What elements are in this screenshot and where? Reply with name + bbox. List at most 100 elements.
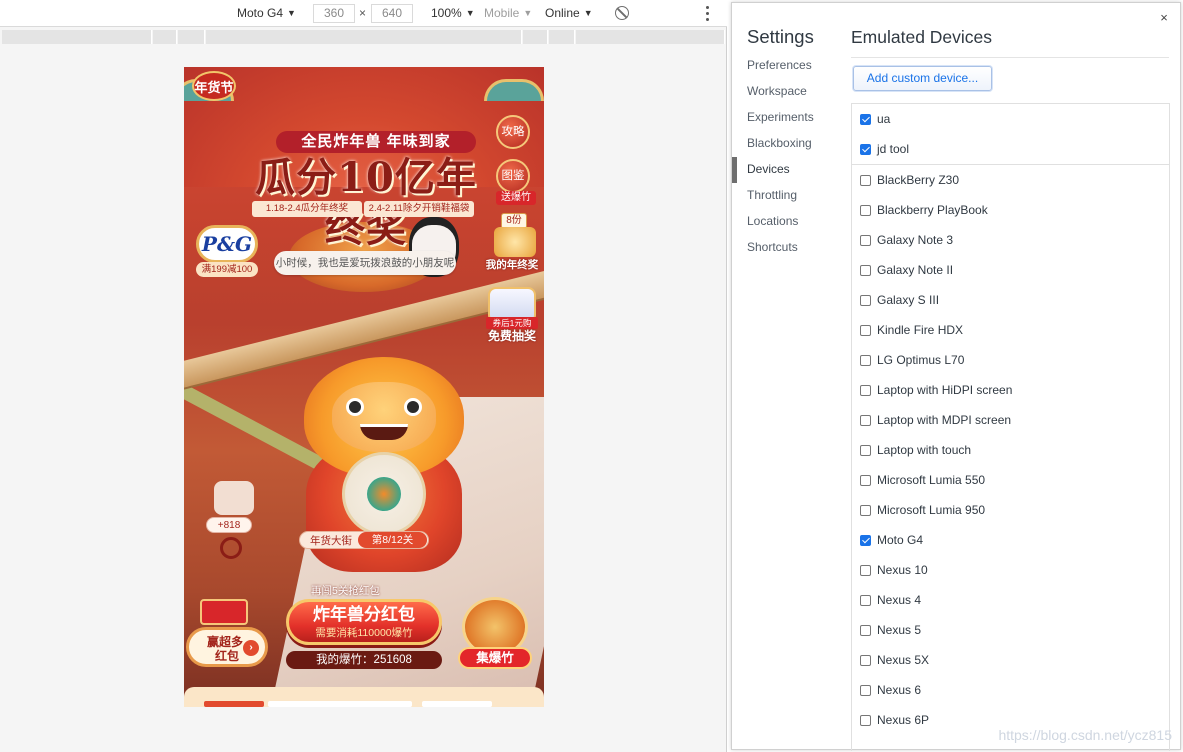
device-list-item[interactable]: ua <box>852 104 1169 134</box>
mascot-eye <box>404 398 422 416</box>
device-list-item[interactable]: Nexus 5 <box>852 615 1169 645</box>
device-list-item[interactable]: Blackberry PlayBook <box>852 195 1169 225</box>
media-query-bar[interactable] <box>178 30 205 44</box>
settings-panel: × Settings Preferences Workspace Experimen… <box>731 2 1181 751</box>
device-checkbox[interactable] <box>860 714 871 726</box>
device-checkbox[interactable] <box>860 204 871 216</box>
device-checkbox[interactable] <box>860 384 871 396</box>
chevron-down-icon: ▼ <box>583 8 593 18</box>
device-checkbox[interactable] <box>860 113 871 125</box>
device-checkbox[interactable] <box>860 474 871 486</box>
network-throttle-value: Online <box>545 6 580 20</box>
bottom-tab[interactable] <box>422 701 492 707</box>
nav-item-preferences[interactable]: Preferences <box>732 57 842 83</box>
gift-icon[interactable] <box>494 227 536 257</box>
nav-item-blackboxing[interactable]: Blackboxing <box>732 135 842 161</box>
brand-logo[interactable]: P&G <box>196 225 258 263</box>
device-list-item[interactable]: Laptop with touch <box>852 435 1169 465</box>
device-checkbox[interactable] <box>860 354 871 366</box>
media-query-bar[interactable] <box>523 30 548 44</box>
device-list-item[interactable]: Laptop with HiDPI screen <box>852 375 1169 405</box>
ox-icon[interactable] <box>214 481 254 515</box>
device-list-item[interactable]: Galaxy Note II <box>852 255 1169 285</box>
close-icon[interactable]: × <box>1159 11 1169 24</box>
my-award-link[interactable]: 我的年终奖 <box>482 257 542 273</box>
fight-beast-button[interactable]: 炸年兽分红包 需要消耗110000爆竹 <box>286 599 442 645</box>
device-list-item[interactable]: BlackBerry Z30 <box>852 165 1169 195</box>
height-input[interactable]: 640 <box>371 4 413 23</box>
device-list-item[interactable]: Moto G4 <box>852 525 1169 555</box>
strategy-button[interactable]: 攻略 <box>496 115 530 149</box>
zoom-select[interactable]: 100% ▼ <box>431 5 475 22</box>
device-list-item[interactable]: Nexus 4 <box>852 585 1169 615</box>
nav-item-experiments[interactable]: Experiments <box>732 109 842 135</box>
nav-item-devices[interactable]: Devices <box>732 157 842 187</box>
device-checkbox[interactable] <box>860 143 871 155</box>
device-checkbox[interactable] <box>860 624 871 636</box>
device-list-item[interactable]: Galaxy Note 3 <box>852 225 1169 255</box>
device-list-item[interactable]: Microsoft Lumia 950 <box>852 495 1169 525</box>
device-checkbox[interactable] <box>860 504 871 516</box>
device-label: Nexus 6 <box>877 683 922 697</box>
collect-firecracker-button[interactable]: 集爆竹 <box>458 647 532 669</box>
device-checkbox[interactable] <box>860 654 871 666</box>
firecracker-tag: 送爆竹 <box>496 191 536 205</box>
win-red-envelope-button[interactable]: 赢超多 红包 › <box>186 627 268 667</box>
media-query-bar[interactable] <box>2 30 152 44</box>
device-list-item[interactable]: Nexus 5X <box>852 645 1169 675</box>
device-checkbox[interactable] <box>860 414 871 426</box>
bottom-tab[interactable] <box>268 701 412 707</box>
network-throttle-select[interactable]: Online ▼ <box>545 5 593 22</box>
device-list-item[interactable]: jd tool <box>852 134 1169 164</box>
device-checkbox[interactable] <box>860 534 871 546</box>
device-list-item[interactable]: Galaxy S III <box>852 285 1169 315</box>
device-label: jd tool <box>877 142 910 156</box>
chevron-down-icon: ▼ <box>465 8 475 18</box>
device-list: ua jd tool BlackBerry Z30 Blackberry PlayBo… <box>851 103 1170 751</box>
rotate-icon[interactable] <box>615 6 629 20</box>
chevron-right-icon: › <box>243 640 259 656</box>
roof-ornament <box>484 79 544 101</box>
device-type-select[interactable]: Mobile ▼ <box>484 5 532 22</box>
device-checkbox[interactable] <box>860 444 871 456</box>
device-list-item[interactable]: Microsoft Lumia 550 <box>852 465 1169 495</box>
fight-beast-button-cost: 需要消耗110000爆竹 <box>315 627 413 639</box>
nav-item-locations[interactable]: Locations <box>732 213 842 239</box>
nav-item-shortcuts[interactable]: Shortcuts <box>732 239 842 265</box>
nav-item-workspace[interactable]: Workspace <box>732 83 842 109</box>
device-list-item[interactable]: Kindle Fire HDX <box>852 315 1169 345</box>
device-checkbox[interactable] <box>860 264 871 276</box>
device-list-item[interactable]: Nexus 10 <box>852 555 1169 585</box>
device-checkbox[interactable] <box>860 594 871 606</box>
device-checkbox[interactable] <box>860 234 871 246</box>
media-query-bar[interactable] <box>153 30 177 44</box>
device-list-item[interactable]: Laptop with MDPI screen <box>852 405 1169 435</box>
device-checkbox[interactable] <box>860 174 871 186</box>
free-draw-link[interactable]: 免费抽奖 <box>482 327 542 345</box>
add-custom-device-button[interactable]: Add custom device... <box>853 66 992 91</box>
bottom-tab[interactable] <box>204 701 264 707</box>
width-input[interactable]: 360 <box>313 4 355 23</box>
level-progress-value: 第8/12关 <box>358 532 427 548</box>
kebab-icon[interactable] <box>706 5 710 22</box>
device-checkbox[interactable] <box>860 564 871 576</box>
fight-beast-button-label: 炸年兽分红包 <box>313 605 415 624</box>
device-checkbox[interactable] <box>860 294 871 306</box>
device-checkbox[interactable] <box>860 324 871 336</box>
media-query-bar[interactable] <box>576 30 725 44</box>
device-select[interactable]: Moto G4 ▼ <box>237 5 296 22</box>
device-list-item[interactable]: LG Optimus L70 <box>852 345 1169 375</box>
guide-button[interactable]: 图鉴 <box>496 159 530 193</box>
settings-title: Settings <box>747 26 814 47</box>
nav-item-throttling[interactable]: Throttling <box>732 187 842 213</box>
chevron-down-icon: ▼ <box>523 8 533 18</box>
media-query-bar[interactable] <box>549 30 575 44</box>
event-date-phase-1: 1.18-2.4瓜分年终奖 <box>252 201 362 217</box>
device-checkbox[interactable] <box>860 684 871 696</box>
mascot-eye <box>346 398 364 416</box>
device-list-item[interactable]: Nexus 6 <box>852 675 1169 705</box>
media-query-bar[interactable] <box>206 30 522 44</box>
device-label: Laptop with touch <box>877 443 972 457</box>
red-envelope-icon <box>200 599 248 625</box>
event-dates: 1.18-2.4瓜分年终奖 2.4-2.11除夕开销鞋福袋 <box>252 201 474 217</box>
